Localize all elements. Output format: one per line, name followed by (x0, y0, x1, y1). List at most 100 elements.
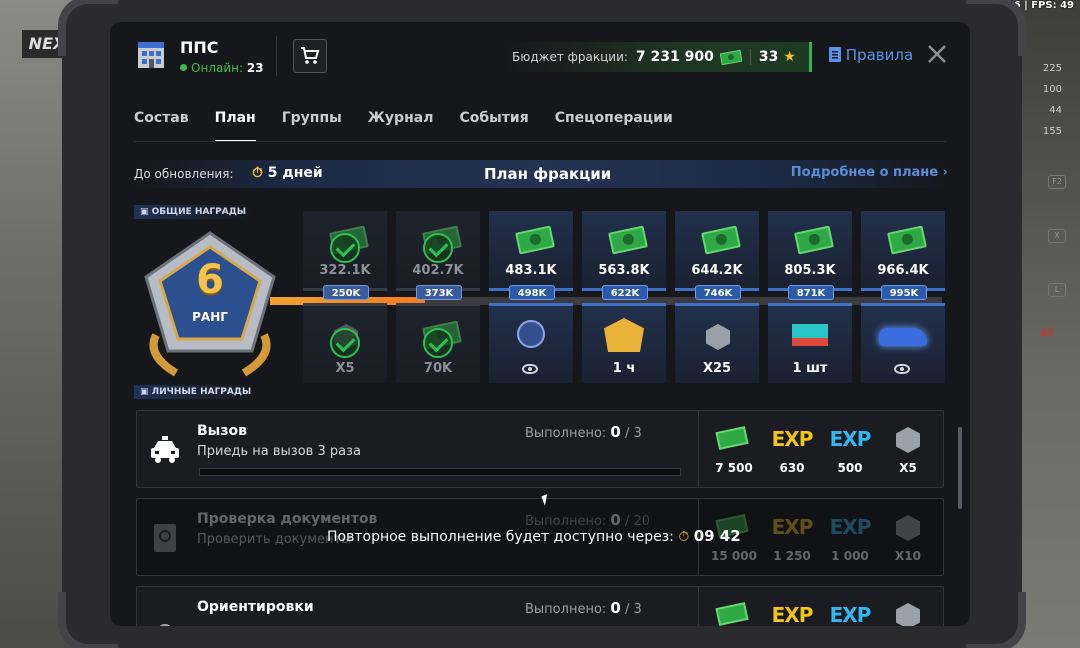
common-reward-cell[interactable]: 483.1K (489, 211, 573, 291)
money-icon (515, 225, 555, 255)
reward-faction-exp: EXP 1 000 (821, 513, 879, 565)
personal-reward-amount: 1 шт (792, 361, 828, 376)
task-name: Вызов (197, 423, 247, 439)
rules-link[interactable]: Правила (829, 46, 913, 64)
panel-header: ППС Онлайн: 23 Бюджет фракции: 7 231 900… (110, 22, 970, 94)
task-progress: Выполнено: 0 / 3 (525, 423, 642, 441)
money-icon (794, 225, 834, 255)
progress-done: 0 (610, 599, 621, 617)
check-icon (330, 328, 360, 358)
stars-value: 33 (749, 49, 778, 65)
online-dot-icon (180, 64, 187, 71)
key-hint: L (1048, 283, 1066, 297)
police-station-icon (138, 42, 164, 68)
rules-label: Правила (845, 46, 914, 64)
timer-icon: ⏱ (252, 165, 263, 181)
tab-events[interactable]: События (459, 110, 528, 142)
common-reward-amount: 966.4K (877, 263, 929, 278)
milestone-threshold: 995K (881, 285, 927, 300)
frame-corner (58, 0, 118, 56)
faction-name: ППС (180, 38, 219, 57)
tab-members[interactable]: Состав (134, 110, 189, 142)
gift-icon: ▣ (140, 387, 149, 397)
personal-reward-amount: X5 (335, 361, 355, 376)
rewards-divider (698, 587, 699, 626)
frame-corner (58, 592, 118, 648)
tab-plan[interactable]: План (214, 110, 256, 142)
common-reward-amount: 483.1K (505, 263, 557, 278)
tab-groups[interactable]: Группы (282, 110, 342, 142)
milestone-threshold: 871K (788, 285, 834, 300)
task-card[interactable]: Ориентировки Выполнено: 0 / 3 EXP EXP (136, 586, 944, 626)
reward-value: X5 (899, 461, 917, 475)
chevron-right-icon: › (942, 165, 948, 180)
star-icon: ★ (783, 49, 796, 65)
cooldown-value: 09 42 (693, 527, 741, 545)
personal-reward-cell[interactable] (489, 303, 573, 383)
task-progress-bar (199, 468, 681, 476)
exp-boost-icon (604, 318, 644, 352)
task-description: Приедь на вызов 3 раза (197, 444, 361, 459)
reward-gem (879, 601, 937, 626)
exp-icon: EXP (771, 515, 814, 539)
plan-header: До обновления: ⏱ 5 дней План фракции Под… (132, 160, 948, 188)
tab-special-operations[interactable]: Спецоперации (555, 110, 673, 142)
common-reward-cell[interactable]: 644.2K (675, 211, 759, 291)
common-reward-cell[interactable]: 563.8K (582, 211, 666, 291)
task-progress: Выполнено: 0 / 3 (525, 599, 642, 617)
timer-icon: ⏱ (678, 529, 690, 545)
common-reward-cell[interactable]: 402.7K (396, 211, 480, 291)
tab-journal[interactable]: Журнал (368, 110, 434, 142)
gem-icon (896, 515, 920, 541)
vehicle-icon (879, 328, 927, 346)
close-icon[interactable] (925, 42, 949, 66)
common-rewards-text: ОБЩИЕ НАГРАДЫ (151, 207, 247, 217)
shop-button[interactable] (293, 39, 327, 73)
task-card[interactable]: Вызов Приедь на вызов 3 раза Выполнено: … (136, 410, 944, 488)
reward-value: 15 000 (711, 549, 757, 563)
money-icon (715, 602, 749, 626)
reward-value: 630 (779, 461, 805, 475)
case-icon (517, 320, 545, 348)
progress-done: 0 (610, 423, 621, 441)
common-reward-cell[interactable]: 966.4K (861, 211, 945, 291)
personal-reward-cell[interactable]: 70K (396, 303, 480, 383)
personal-reward-cell[interactable] (861, 303, 945, 383)
plan-details-label: Подробнее о плане (790, 165, 939, 180)
update-value: 5 дней (267, 165, 323, 181)
personal-reward-cell[interactable]: 1 ч (582, 303, 666, 383)
reward-exp: EXP (763, 601, 821, 626)
eye-icon[interactable] (522, 364, 538, 374)
common-reward-cell[interactable]: 322.1K (303, 211, 387, 291)
exp-icon: EXP (829, 515, 872, 539)
reward-value: X10 (895, 549, 921, 563)
rank-label: РАНГ (192, 310, 228, 324)
reward-value: 1 000 (831, 549, 869, 563)
personal-reward-cell[interactable]: X5 (303, 303, 387, 383)
common-reward-cell[interactable]: 805.3K (768, 211, 852, 291)
notification-count: 47 (1040, 328, 1054, 339)
exp-icon: EXP (829, 427, 872, 451)
reward-exp: EXP 630 (763, 425, 821, 477)
faction-budget: Бюджет фракции: 7 231 900 33 ★ (504, 42, 812, 72)
eye-icon[interactable] (894, 364, 910, 374)
side-keys: F2 X L (1048, 175, 1066, 337)
milestone-threshold: 746K (695, 285, 741, 300)
key-hint: F2 (1048, 175, 1066, 189)
tab-bar: Состав План Группы Журнал События Спецоп… (134, 110, 673, 142)
personal-reward-cell[interactable]: 1 шт (768, 303, 852, 383)
exp-icon: EXP (771, 427, 814, 451)
progress-total: / 3 (625, 426, 642, 441)
plan-details-link[interactable]: Подробнее о плане › (791, 165, 948, 180)
rank-emblem: 6 РАНГ (136, 225, 284, 377)
side-stat-health: 100 (1042, 84, 1062, 95)
side-stat-armor: 225 (1042, 63, 1062, 74)
passport-icon (154, 524, 176, 552)
update-label: До обновления: (134, 167, 234, 181)
progress-label: Выполнено: (525, 602, 607, 617)
cooldown-notice: Повторное выполнение будет доступно чере… (327, 527, 741, 545)
money-icon (608, 225, 648, 255)
money-icon (887, 225, 927, 255)
scrollbar[interactable] (958, 427, 962, 509)
personal-reward-cell[interactable]: X25 (675, 303, 759, 383)
